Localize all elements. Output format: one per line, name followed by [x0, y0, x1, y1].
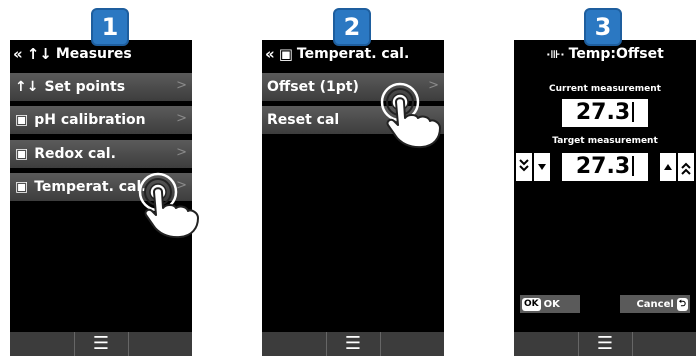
menu-list-icon[interactable]: ☰ — [93, 335, 109, 353]
decrease-button[interactable] — [534, 153, 550, 181]
menu-item-label: Temperat. cal. — [34, 179, 147, 195]
cancel-label: Cancel — [636, 298, 674, 310]
menu-item-label: Reset cal — [267, 112, 340, 128]
divider — [74, 332, 75, 356]
double-chevron-up-icon — [681, 162, 691, 175]
menu-item-redox-cal[interactable]: ▣ Redox cal. > — [10, 140, 192, 168]
temp-offset-screen: ·⊪· Temp:Offset Current measurement 27.3… — [514, 40, 696, 356]
undo-icon: ⮌ — [676, 297, 688, 311]
current-measurement-value: 27.3 — [562, 99, 648, 127]
bottom-bar: ☰ — [514, 332, 696, 356]
step-badge-3: 3 — [584, 8, 622, 46]
touch-hand-icon — [138, 172, 199, 239]
menu-list-icon[interactable]: ☰ — [345, 335, 361, 353]
divider — [380, 332, 381, 356]
thermometer-icon: ·⊪· — [546, 47, 565, 61]
bottom-bar: ☰ — [262, 332, 444, 356]
menu-item-label: Redox cal. — [34, 146, 116, 162]
target-measurement-input[interactable]: 27.3 — [562, 153, 648, 181]
menu-list-icon[interactable]: ☰ — [597, 335, 613, 353]
ok-button[interactable]: OK OK — [520, 295, 580, 313]
chevron-right-icon: > — [176, 78, 187, 93]
increase-button[interactable] — [660, 153, 676, 181]
arrow-up-icon — [664, 164, 672, 170]
double-chevron-down-icon — [519, 159, 529, 172]
bottom-bar: ☰ — [10, 332, 192, 356]
calibration-icon: ▣ — [15, 146, 29, 162]
arrow-down-icon — [538, 164, 546, 170]
divider — [326, 332, 327, 356]
chevron-right-icon: > — [176, 145, 187, 160]
target-measurement-label: Target measurement — [552, 136, 658, 146]
target-value-text: 27.3 — [575, 154, 631, 179]
ok-tag-icon: OK — [522, 297, 541, 311]
chevron-right-icon: > — [176, 111, 187, 126]
fast-increase-button[interactable] — [678, 153, 694, 181]
setpoints-icon: ↑↓ — [15, 79, 39, 95]
touch-hand-icon — [380, 82, 441, 149]
menu-item-label: pH calibration — [34, 112, 146, 128]
divider — [578, 332, 579, 356]
back-icon[interactable]: « — [13, 46, 23, 62]
menu-item-label: Set points — [44, 79, 126, 95]
menu-item-ph-calibration[interactable]: ▣ pH calibration > — [10, 106, 192, 134]
current-measurement-label: Current measurement — [549, 84, 661, 94]
page-title: Temp:Offset — [568, 46, 664, 62]
current-value-text: 27.3 — [575, 100, 631, 125]
calibration-icon: ▣ — [15, 112, 29, 128]
fast-decrease-button[interactable] — [516, 153, 532, 181]
measures-icon: ↑↓ — [26, 44, 52, 63]
page-title: Temperat. cal. — [296, 46, 410, 62]
text-caret — [632, 102, 635, 122]
calibration-icon: ▣ — [278, 44, 293, 63]
menu-item-label: Offset (1pt) — [267, 79, 359, 95]
ok-label: OK — [543, 298, 560, 310]
step-badge-2: 2 — [333, 8, 371, 46]
cancel-button[interactable]: Cancel ⮌ — [620, 295, 690, 313]
page-title: Measures — [55, 46, 132, 62]
text-caret — [632, 156, 635, 176]
calibration-icon: ▣ — [15, 179, 29, 195]
divider — [128, 332, 129, 356]
divider — [632, 332, 633, 356]
menu-item-set-points[interactable]: ↑↓ Set points > — [10, 73, 192, 101]
step-badge-1: 1 — [91, 8, 129, 46]
back-icon[interactable]: « — [265, 46, 275, 62]
